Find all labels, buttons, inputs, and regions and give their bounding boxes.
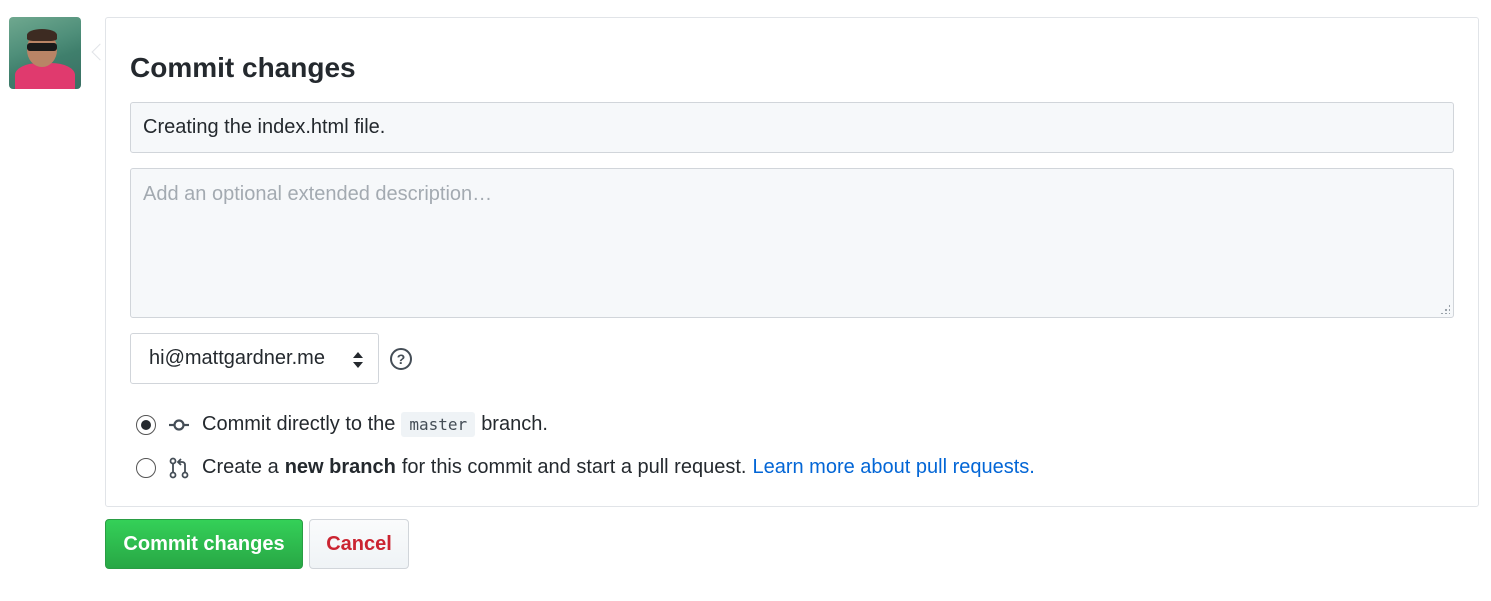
commit-direct-text-end: branch. bbox=[481, 413, 548, 435]
email-select-value: hi@mattgardner.me bbox=[149, 347, 325, 369]
option-new-branch[interactable]: Create a new branch for this commit and … bbox=[136, 456, 1035, 479]
commit-direct-text: Commit directly to the bbox=[202, 413, 396, 435]
commit-direct-radio[interactable] bbox=[136, 414, 156, 435]
cancel-button[interactable]: Cancel bbox=[309, 519, 409, 569]
commit-panel: Commit changes hi@mattgardner.me ? Commi… bbox=[105, 17, 1479, 507]
git-commit-icon bbox=[169, 418, 189, 431]
git-pull-request-icon bbox=[169, 457, 189, 478]
commit-changes-button[interactable]: Commit changes bbox=[105, 519, 303, 569]
new-branch-bold: new branch bbox=[284, 456, 396, 478]
new-branch-text-start: Create a bbox=[202, 456, 279, 478]
help-icon[interactable]: ? bbox=[390, 348, 412, 370]
avatar-sunglasses bbox=[27, 43, 57, 51]
select-caret-icon bbox=[353, 352, 363, 368]
learn-more-pull-requests-link[interactable]: Learn more about pull requests. bbox=[752, 456, 1034, 479]
commit-email-select[interactable]: hi@mattgardner.me bbox=[130, 333, 379, 384]
commit-description-textarea[interactable] bbox=[130, 168, 1454, 318]
new-branch-radio[interactable] bbox=[136, 457, 156, 478]
commit-summary-input[interactable] bbox=[130, 102, 1454, 153]
branch-name-badge: master bbox=[401, 412, 476, 437]
option-commit-direct[interactable]: Commit directly to the master branch. bbox=[136, 412, 548, 437]
avatar-hair bbox=[27, 29, 57, 41]
commit-title: Commit changes bbox=[130, 52, 356, 83]
new-branch-text-end: for this commit and start a pull request… bbox=[401, 456, 747, 478]
avatar[interactable] bbox=[9, 17, 81, 89]
avatar-shirt bbox=[15, 63, 75, 89]
